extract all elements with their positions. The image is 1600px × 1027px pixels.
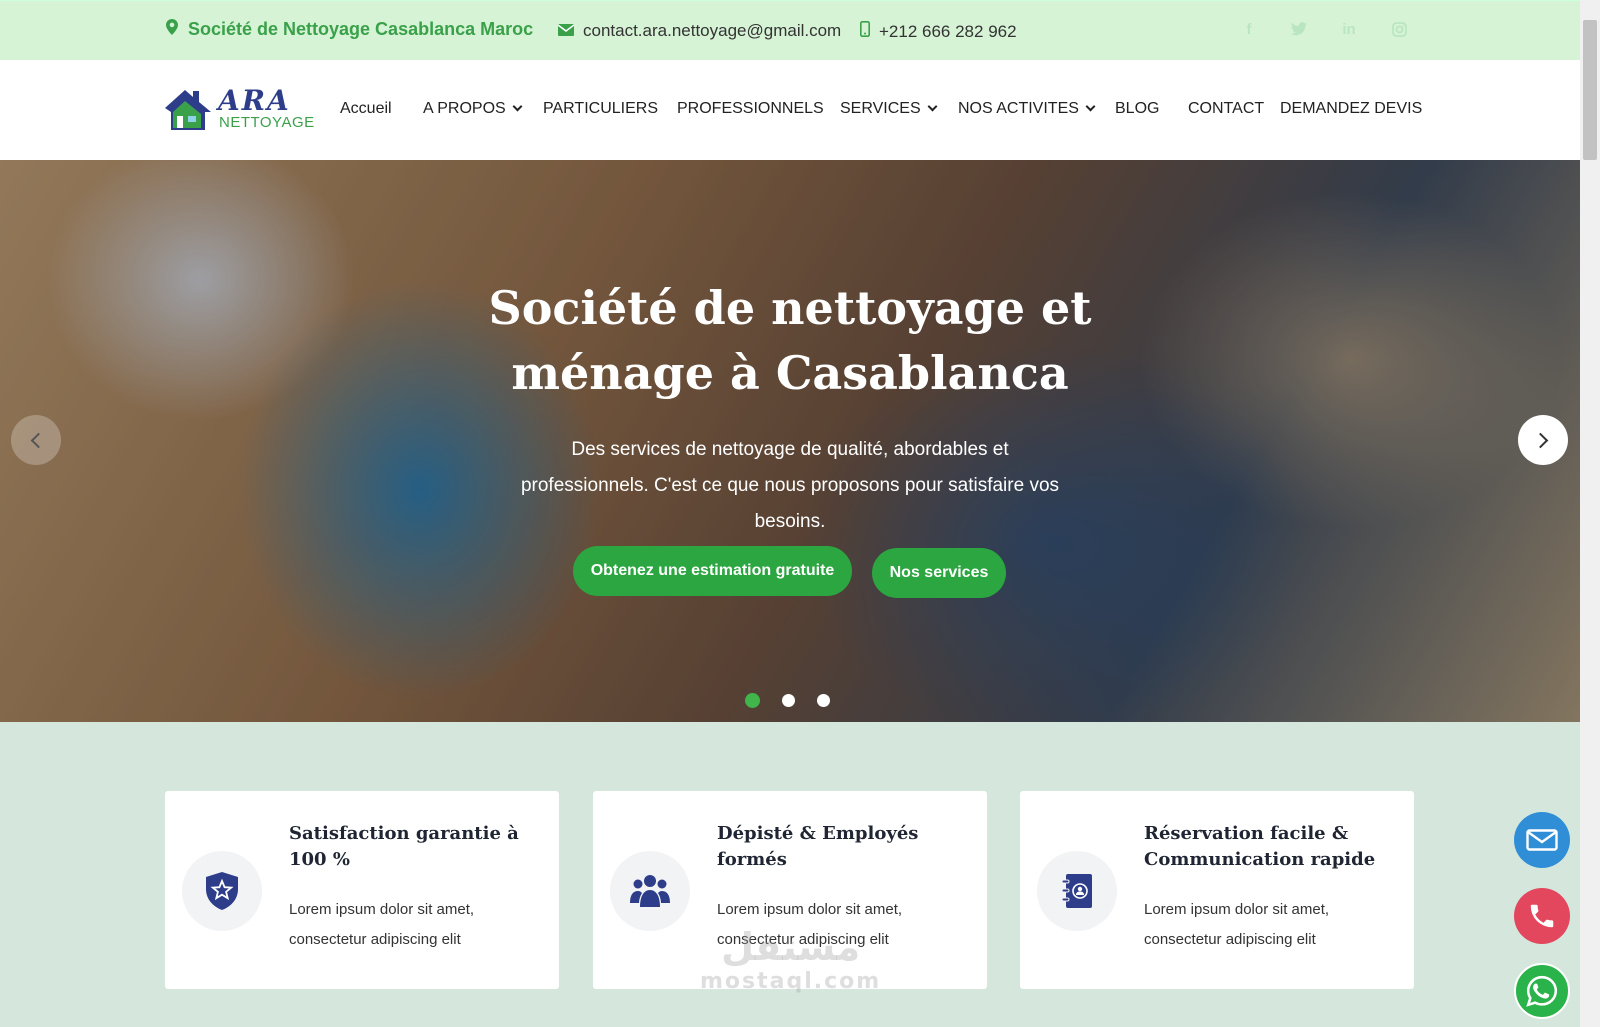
nav-item-accueil[interactable]: Accueil: [340, 100, 423, 118]
phone-icon: [1530, 904, 1554, 928]
shield-star-icon: [206, 872, 238, 910]
chevron-down-icon: [927, 101, 938, 112]
chevron-down-icon: [512, 101, 523, 112]
slider-dot-3[interactable]: [817, 694, 830, 707]
floating-call-button[interactable]: [1514, 888, 1570, 944]
nav-item-particuliers[interactable]: PARTICULIERS: [543, 100, 677, 118]
slider-dots: [745, 693, 830, 708]
hero-description: Des services de nettoyage de qualité, ab…: [520, 439, 1060, 532]
watermark: مستقل mostaql.com: [700, 925, 882, 994]
envelope-icon: [1526, 829, 1558, 851]
floating-email-button[interactable]: [1514, 812, 1570, 868]
map-pin-icon: [166, 19, 178, 40]
feature-title: Réservation facile & Communication rapid…: [1144, 823, 1376, 870]
twitter-icon[interactable]: [1290, 17, 1308, 41]
instagram-icon[interactable]: [1390, 17, 1408, 41]
feature-card: Réservation facile & Communication rapid…: [1020, 791, 1414, 989]
mobile-icon: [860, 21, 870, 42]
chevron-left-icon: [30, 432, 47, 448]
main-navigation: ARA NETTOYAGE Accueil A PROPOS PARTICULI…: [0, 60, 1580, 160]
top-bar: Société de Nettoyage Casablanca Maroc co…: [0, 0, 1580, 60]
chevron-down-icon: [1085, 101, 1096, 112]
scrollbar-thumb[interactable]: [1583, 20, 1597, 160]
nav-item-blog[interactable]: BLOG: [1115, 100, 1188, 118]
slider-dot-1[interactable]: [745, 693, 760, 708]
slider-prev-button[interactable]: [11, 415, 61, 465]
hero-slider: Société de nettoyage et ménage à Casabla…: [0, 160, 1580, 722]
chevron-right-icon: [1532, 432, 1549, 448]
free-estimate-button[interactable]: Obtenez une estimation gratuite: [573, 546, 852, 596]
contact-book-icon: [1061, 874, 1092, 908]
whatsapp-icon: [1526, 975, 1558, 1007]
email-text[interactable]: contact.ara.nettoyage@gmail.com: [583, 21, 841, 41]
feature-card: Satisfaction garantie à 100 % Lorem ipsu…: [165, 791, 559, 989]
phone-info[interactable]: +212 666 282 962: [860, 21, 1017, 42]
slider-dot-2[interactable]: [782, 694, 795, 707]
email-info[interactable]: contact.ara.nettoyage@gmail.com: [557, 21, 841, 41]
nav-item-a-propos[interactable]: A PROPOS: [423, 100, 543, 118]
our-services-button[interactable]: Nos services: [872, 548, 1006, 598]
location-text: Société de Nettoyage Casablanca Maroc: [188, 19, 534, 39]
location-info: Société de Nettoyage Casablanca Maroc: [166, 19, 533, 40]
nav-menu: Accueil A PROPOS PARTICULIERS PROFESSION…: [340, 100, 1422, 118]
phone-text[interactable]: +212 666 282 962: [879, 22, 1017, 42]
logo[interactable]: ARA NETTOYAGE: [163, 84, 323, 136]
facebook-icon[interactable]: f: [1240, 17, 1258, 41]
logo-subtext: NETTOYAGE: [219, 114, 315, 131]
linkedin-icon[interactable]: in: [1340, 17, 1358, 41]
features-section: Satisfaction garantie à 100 % Lorem ipsu…: [0, 722, 1580, 1027]
social-links: f in: [1240, 17, 1408, 41]
hero-title: Société de nettoyage et ménage à Casabla…: [488, 281, 1092, 400]
envelope-icon: [557, 21, 575, 41]
logo-house-icon: [165, 90, 211, 130]
users-icon: [630, 875, 670, 907]
nav-item-professionnels[interactable]: PROFESSIONNELS: [677, 100, 840, 118]
slider-next-button[interactable]: [1518, 415, 1568, 465]
feature-title: Dépisté & Employés formés: [717, 823, 919, 870]
logo-text: ARA: [218, 84, 291, 117]
nav-item-services[interactable]: SERVICES: [840, 100, 958, 118]
nav-item-contact[interactable]: CONTACT: [1188, 100, 1280, 118]
feature-title: Satisfaction garantie à 100 %: [289, 823, 519, 870]
nav-item-demandez-devis[interactable]: DEMANDEZ DEVIS: [1280, 100, 1422, 118]
feature-text: Lorem ipsum dolor sit amet, consectetur …: [289, 901, 475, 948]
page-scrollbar[interactable]: [1580, 0, 1600, 1027]
nav-item-nos-activites[interactable]: NOS ACTIVITES: [958, 100, 1115, 118]
floating-whatsapp-button[interactable]: [1514, 963, 1570, 1019]
feature-text: Lorem ipsum dolor sit amet, consectetur …: [1144, 901, 1330, 948]
